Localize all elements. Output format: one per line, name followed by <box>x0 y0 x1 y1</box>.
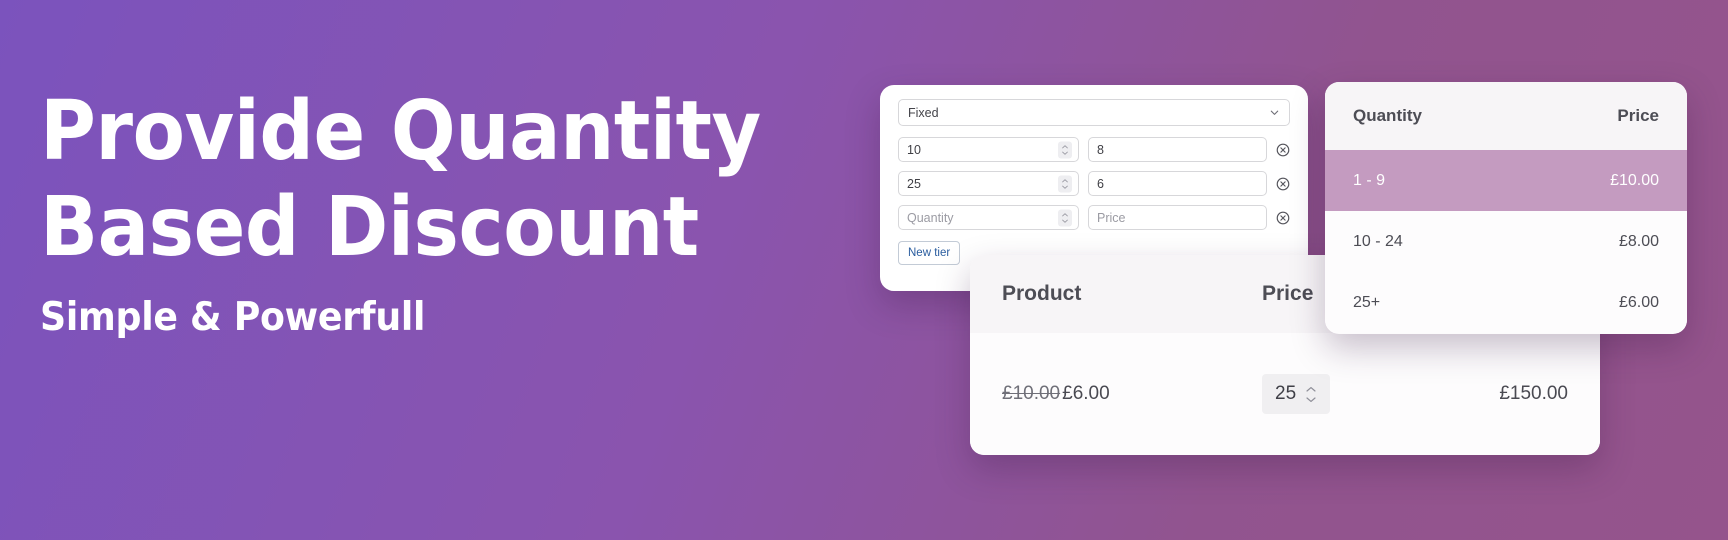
pricing-row-quantity: 25+ <box>1353 293 1381 311</box>
pricing-row-price: £8.00 <box>1618 232 1659 250</box>
remove-circle-icon[interactable] <box>1276 177 1290 191</box>
tier-price-input-new[interactable]: Price <box>1088 205 1267 230</box>
pricing-row-quantity: 10 - 24 <box>1353 232 1403 250</box>
pricing-table-panel: Quantity Price 1 - 9 £10.00 10 - 24 £8.0… <box>1325 82 1687 334</box>
tier-row-empty: Quantity Price <box>898 205 1290 230</box>
chevron-down-icon <box>1270 110 1279 115</box>
cart-line-item: £10.00 £6.00 25 £150.00 <box>970 333 1600 455</box>
chevron-down-icon <box>1306 396 1316 402</box>
pricing-row-quantity: 1 - 9 <box>1353 171 1386 189</box>
tier-quantity-value: 10 <box>907 142 921 157</box>
tier-price-input[interactable]: 6 <box>1088 171 1267 196</box>
tier-quantity-input-new[interactable]: Quantity <box>898 205 1079 230</box>
headline-block: Provide Quantity Based Discount Simple &… <box>40 84 800 340</box>
quantity-stepper[interactable] <box>1058 175 1072 192</box>
pricing-header-price: Price <box>1617 106 1659 125</box>
headline-line-1: Provide Quantity <box>40 84 761 179</box>
tier-price-placeholder: Price <box>1097 210 1126 225</box>
cart-header-product: Product <box>1002 282 1082 305</box>
quantity-stepper[interactable] <box>1058 141 1072 158</box>
pricing-table-row: 25+ £6.00 <box>1325 272 1687 333</box>
pricing-header-quantity: Quantity <box>1353 106 1422 125</box>
tier-quantity-value: 25 <box>907 176 921 191</box>
remove-circle-icon[interactable] <box>1276 143 1290 157</box>
headline-line-2: Based Discount <box>40 180 699 276</box>
tier-quantity-input[interactable]: 25 <box>898 171 1079 196</box>
hero-banner: Provide Quantity Based Discount Simple &… <box>0 0 1728 540</box>
tier-row: 10 8 <box>898 137 1290 162</box>
chevron-up-icon <box>1062 144 1068 148</box>
chevron-down-icon <box>1062 185 1068 189</box>
tier-quantity-placeholder: Quantity <box>907 210 954 225</box>
pricing-table-row: 10 - 24 £8.00 <box>1325 211 1687 272</box>
chevron-up-icon <box>1306 386 1316 392</box>
cart-price-cell: £10.00 £6.00 <box>1002 383 1262 405</box>
tier-editor-body: Fixed 10 8 25 6 Quantity Price New tier <box>880 85 1308 265</box>
cart-discounted-price: £6.00 <box>1062 383 1110 404</box>
tier-price-input[interactable]: 8 <box>1088 137 1267 162</box>
remove-circle-icon[interactable] <box>1276 211 1290 225</box>
cart-line-total: £150.00 <box>1499 383 1568 404</box>
cart-quantity-value: 25 <box>1275 383 1297 404</box>
chevron-down-icon <box>1062 151 1068 155</box>
pricing-table-row: 1 - 9 £10.00 <box>1325 150 1687 211</box>
new-tier-button[interactable]: New tier <box>898 241 961 265</box>
tier-row: 25 6 <box>898 171 1290 196</box>
tier-price-value: 8 <box>1097 142 1104 157</box>
pricing-row-price: £6.00 <box>1618 293 1659 311</box>
chevron-up-icon <box>1062 212 1068 216</box>
pricing-header-row: Quantity Price <box>1325 82 1687 150</box>
cart-original-price: £10.00 <box>1002 383 1061 404</box>
subtitle: Simple & Powerfull <box>40 294 426 340</box>
quantity-stepper[interactable] <box>1058 209 1072 226</box>
chevron-up-icon <box>1062 178 1068 182</box>
tier-quantity-input[interactable]: 10 <box>898 137 1079 162</box>
cart-quantity-cell: 25 <box>1262 374 1432 414</box>
discount-type-select[interactable]: Fixed <box>898 99 1290 126</box>
pricing-row-price: £10.00 <box>1610 171 1659 189</box>
stepper-arrows[interactable] <box>1305 386 1317 403</box>
chevron-down-icon <box>1062 219 1068 223</box>
discount-type-value: Fixed <box>908 105 939 120</box>
cart-quantity-stepper[interactable]: 25 <box>1262 374 1331 414</box>
tier-price-value: 6 <box>1097 176 1104 191</box>
cart-line-total-cell: £150.00 <box>1432 383 1568 405</box>
